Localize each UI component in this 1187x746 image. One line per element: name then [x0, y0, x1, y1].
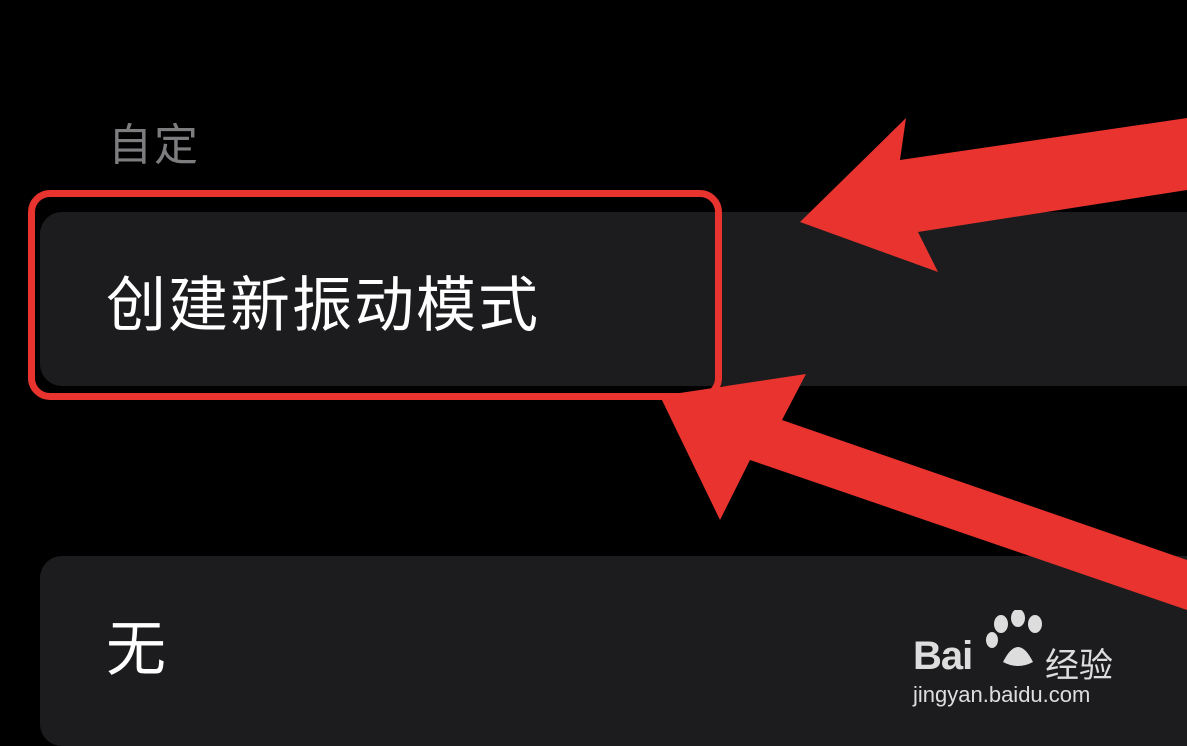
none-row[interactable] [40, 556, 1187, 746]
none-label: 无 [106, 615, 166, 685]
create-vibration-label: 创建新振动模式 [106, 271, 540, 341]
section-header: 自定 [108, 120, 200, 171]
